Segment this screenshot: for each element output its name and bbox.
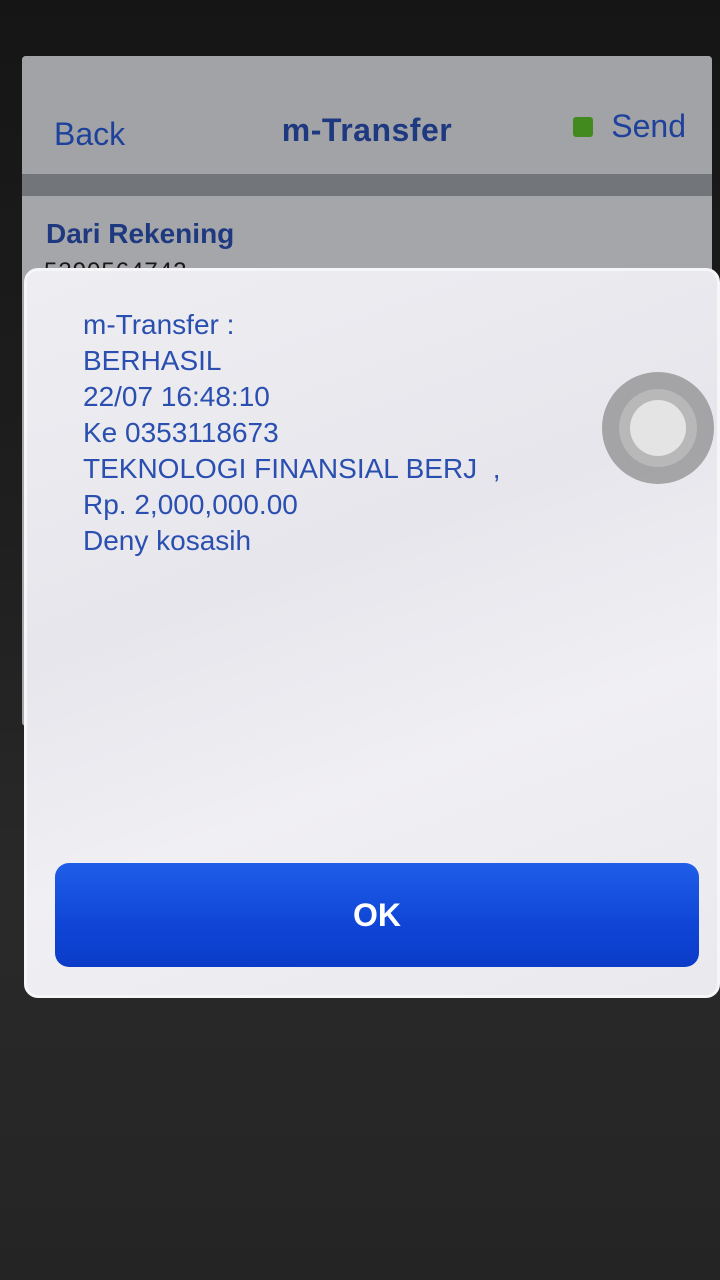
transfer-result-alert: m-Transfer : BERHASIL 22/07 16:48:10 Ke … (24, 268, 720, 998)
assistive-touch-icon[interactable] (602, 372, 714, 484)
alert-line-datetime: 22/07 16:48:10 (83, 381, 270, 412)
alert-message: m-Transfer : BERHASIL 22/07 16:48:10 Ke … (83, 307, 643, 559)
assistive-touch-core (630, 400, 686, 456)
device-screen: Back m-Transfer Send Dari Rekening 53905… (0, 0, 720, 1280)
alert-line-title: m-Transfer : (83, 309, 235, 340)
alert-line-amount: Rp. 2,000,000.00 (83, 489, 298, 520)
ok-button-label: OK (353, 896, 401, 933)
ok-button[interactable]: OK (55, 863, 699, 967)
alert-line-destination: Ke 0353118673 (83, 417, 279, 448)
alert-line-note: Deny kosasih (83, 525, 252, 556)
assistive-touch-ring (619, 389, 697, 467)
alert-line-recipient-name: TEKNOLOGI FINANSIAL BERJ , (83, 453, 501, 484)
alert-line-status: BERHASIL (83, 345, 222, 376)
